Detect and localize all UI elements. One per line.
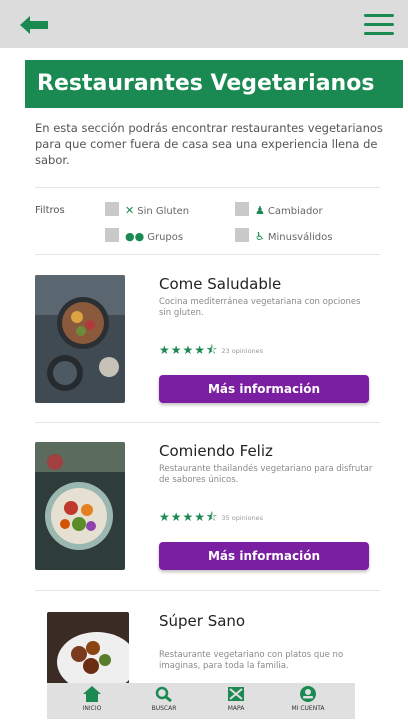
filter-checkbox-sin-gluten[interactable] — [105, 202, 119, 216]
map-icon — [228, 687, 244, 701]
home-icon — [83, 686, 101, 702]
filters-panel: Filtros ✕ Sin Gluten ♟ Cambiador ●● Grupos … — [35, 198, 385, 250]
arrow-left-icon[interactable] — [20, 16, 48, 34]
restaurant-name: Comiendo Feliz — [159, 442, 273, 460]
review-count: 23 opiniones — [221, 346, 264, 355]
rating-stars: ★★★★⯪ 23 opiniones — [159, 343, 264, 357]
restaurant-image[interactable] — [35, 442, 125, 570]
nav-item-mapa[interactable]: MAPA — [201, 686, 271, 712]
filter-label-minusvalidos: Minusválidos — [267, 232, 333, 243]
nav-item-inicio[interactable]: INICIO — [57, 686, 127, 712]
review-count: 35 opiniones — [221, 513, 264, 522]
search-icon — [155, 686, 172, 702]
baby-changing-icon: ♟ — [255, 204, 265, 217]
divider — [35, 187, 380, 188]
restaurant-description: Restaurante vegetariano con platos que n… — [159, 650, 344, 671]
gluten-free-icon: ✕ — [125, 204, 135, 217]
filter-checkbox-grupos[interactable] — [105, 228, 119, 242]
filters-label: Filtros — [35, 205, 65, 216]
account-icon — [300, 686, 316, 702]
divider — [35, 254, 380, 255]
top-bar — [0, 0, 408, 48]
filter-cambiador[interactable]: ♟ Cambiador — [255, 204, 323, 217]
restaurant-description: Cocina mediterránea vegetariana con opci… — [159, 297, 361, 318]
nav-item-mi-cuenta[interactable]: MI CUENTA — [273, 686, 343, 712]
more-info-button[interactable]: Más información — [159, 375, 369, 403]
restaurant-name: Súper Sano — [159, 612, 246, 630]
wheelchair-icon: ♿ — [255, 230, 265, 243]
filter-checkbox-cambiador[interactable] — [235, 202, 249, 216]
group-icon: ●● — [125, 230, 145, 243]
nav-label-inicio: INICIO — [82, 705, 102, 712]
nav-item-buscar[interactable]: BUSCAR — [129, 686, 199, 712]
more-info-button[interactable]: Más información — [159, 542, 369, 570]
page-title: Restaurantes Vegetarianos — [37, 71, 375, 96]
filter-label-sin-gluten: Sin Gluten — [137, 206, 190, 217]
nav-label-buscar: BUSCAR — [151, 705, 177, 712]
hamburger-menu-icon[interactable] — [364, 14, 394, 36]
filter-grupos[interactable]: ●● Grupos — [125, 230, 183, 243]
filter-label-cambiador: Cambiador — [267, 206, 323, 217]
intro-text: En esta sección podrás encontrar restaur… — [35, 121, 383, 167]
nav-label-mapa: MAPA — [227, 705, 245, 712]
divider — [35, 422, 380, 423]
page-title-band: Restaurantes Vegetarianos — [25, 60, 403, 108]
filter-checkbox-minusvalidos[interactable] — [235, 228, 249, 242]
rating-stars: ★★★★⯪ 35 opiniones — [159, 510, 264, 524]
restaurant-description: Restaurante thailandés vegetariano para … — [159, 464, 373, 485]
nav-label-mi-cuenta: MI CUENTA — [291, 705, 325, 712]
restaurant-image[interactable] — [47, 612, 129, 684]
restaurant-image[interactable] — [35, 275, 125, 403]
restaurant-name: Come Saludable — [159, 275, 282, 293]
filter-label-grupos: Grupos — [147, 232, 184, 243]
filter-sin-gluten[interactable]: ✕ Sin Gluten — [125, 204, 189, 217]
divider — [35, 590, 380, 591]
bottom-navigation: INICIO BUSCAR MAPA MI CUENTA — [47, 683, 355, 719]
filter-minusvalidos[interactable]: ♿ Minusválidos — [255, 230, 332, 243]
